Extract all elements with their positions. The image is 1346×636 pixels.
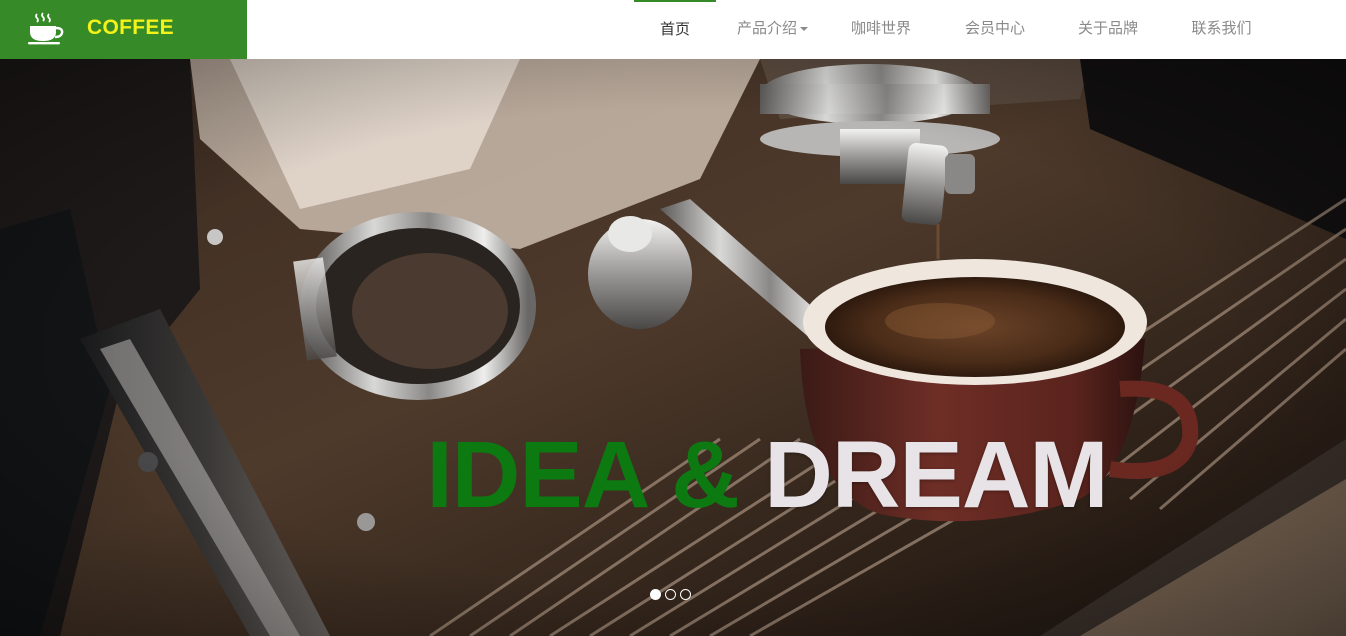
nav-item-label: 关于品牌 — [1077, 19, 1138, 37]
caret-down-icon — [800, 26, 808, 31]
nav-item-member-center[interactable]: 会员中心 — [933, 0, 1057, 59]
carousel-dot-3[interactable] — [680, 589, 691, 600]
carousel-dot-1[interactable] — [650, 589, 661, 600]
brand-logo[interactable]: COFFEE — [0, 0, 247, 59]
nav-item-about-brand[interactable]: 关于品牌 — [1057, 0, 1159, 59]
hero-headline: IDEA & DREAM — [0, 425, 1346, 525]
espresso-machine-photo — [0, 59, 1346, 636]
hero-banner[interactable]: IDEA & DREAM — [0, 59, 1346, 636]
nav-item-home[interactable]: 首页 — [634, 0, 716, 59]
nav-item-label: 联系我们 — [1191, 19, 1252, 37]
nav-item-contact-us[interactable]: 联系我们 — [1159, 0, 1284, 59]
carousel-indicators — [650, 589, 691, 600]
carousel-dot-2[interactable] — [665, 589, 676, 600]
nav-item-products[interactable]: 产品介绍 — [716, 0, 829, 59]
main-nav: 首页 产品介绍 咖啡世界 会员中心 关于品牌 联系我们 — [634, 0, 1284, 59]
nav-item-label: 首页 — [659, 20, 690, 38]
site-header: COFFEE 首页 产品介绍 咖啡世界 会员中心 关于品牌 联系我们 — [0, 0, 1346, 59]
nav-item-coffee-world[interactable]: 咖啡世界 — [829, 0, 933, 59]
coffee-cup-icon — [28, 12, 64, 45]
brand-name: COFFEE — [87, 16, 174, 39]
nav-item-label: 产品介绍 — [736, 19, 797, 37]
nav-item-label: 咖啡世界 — [850, 19, 911, 37]
headline-part-idea: IDEA & — [426, 422, 765, 528]
nav-item-label: 会员中心 — [964, 19, 1025, 37]
headline-part-dream: DREAM — [764, 422, 1108, 528]
